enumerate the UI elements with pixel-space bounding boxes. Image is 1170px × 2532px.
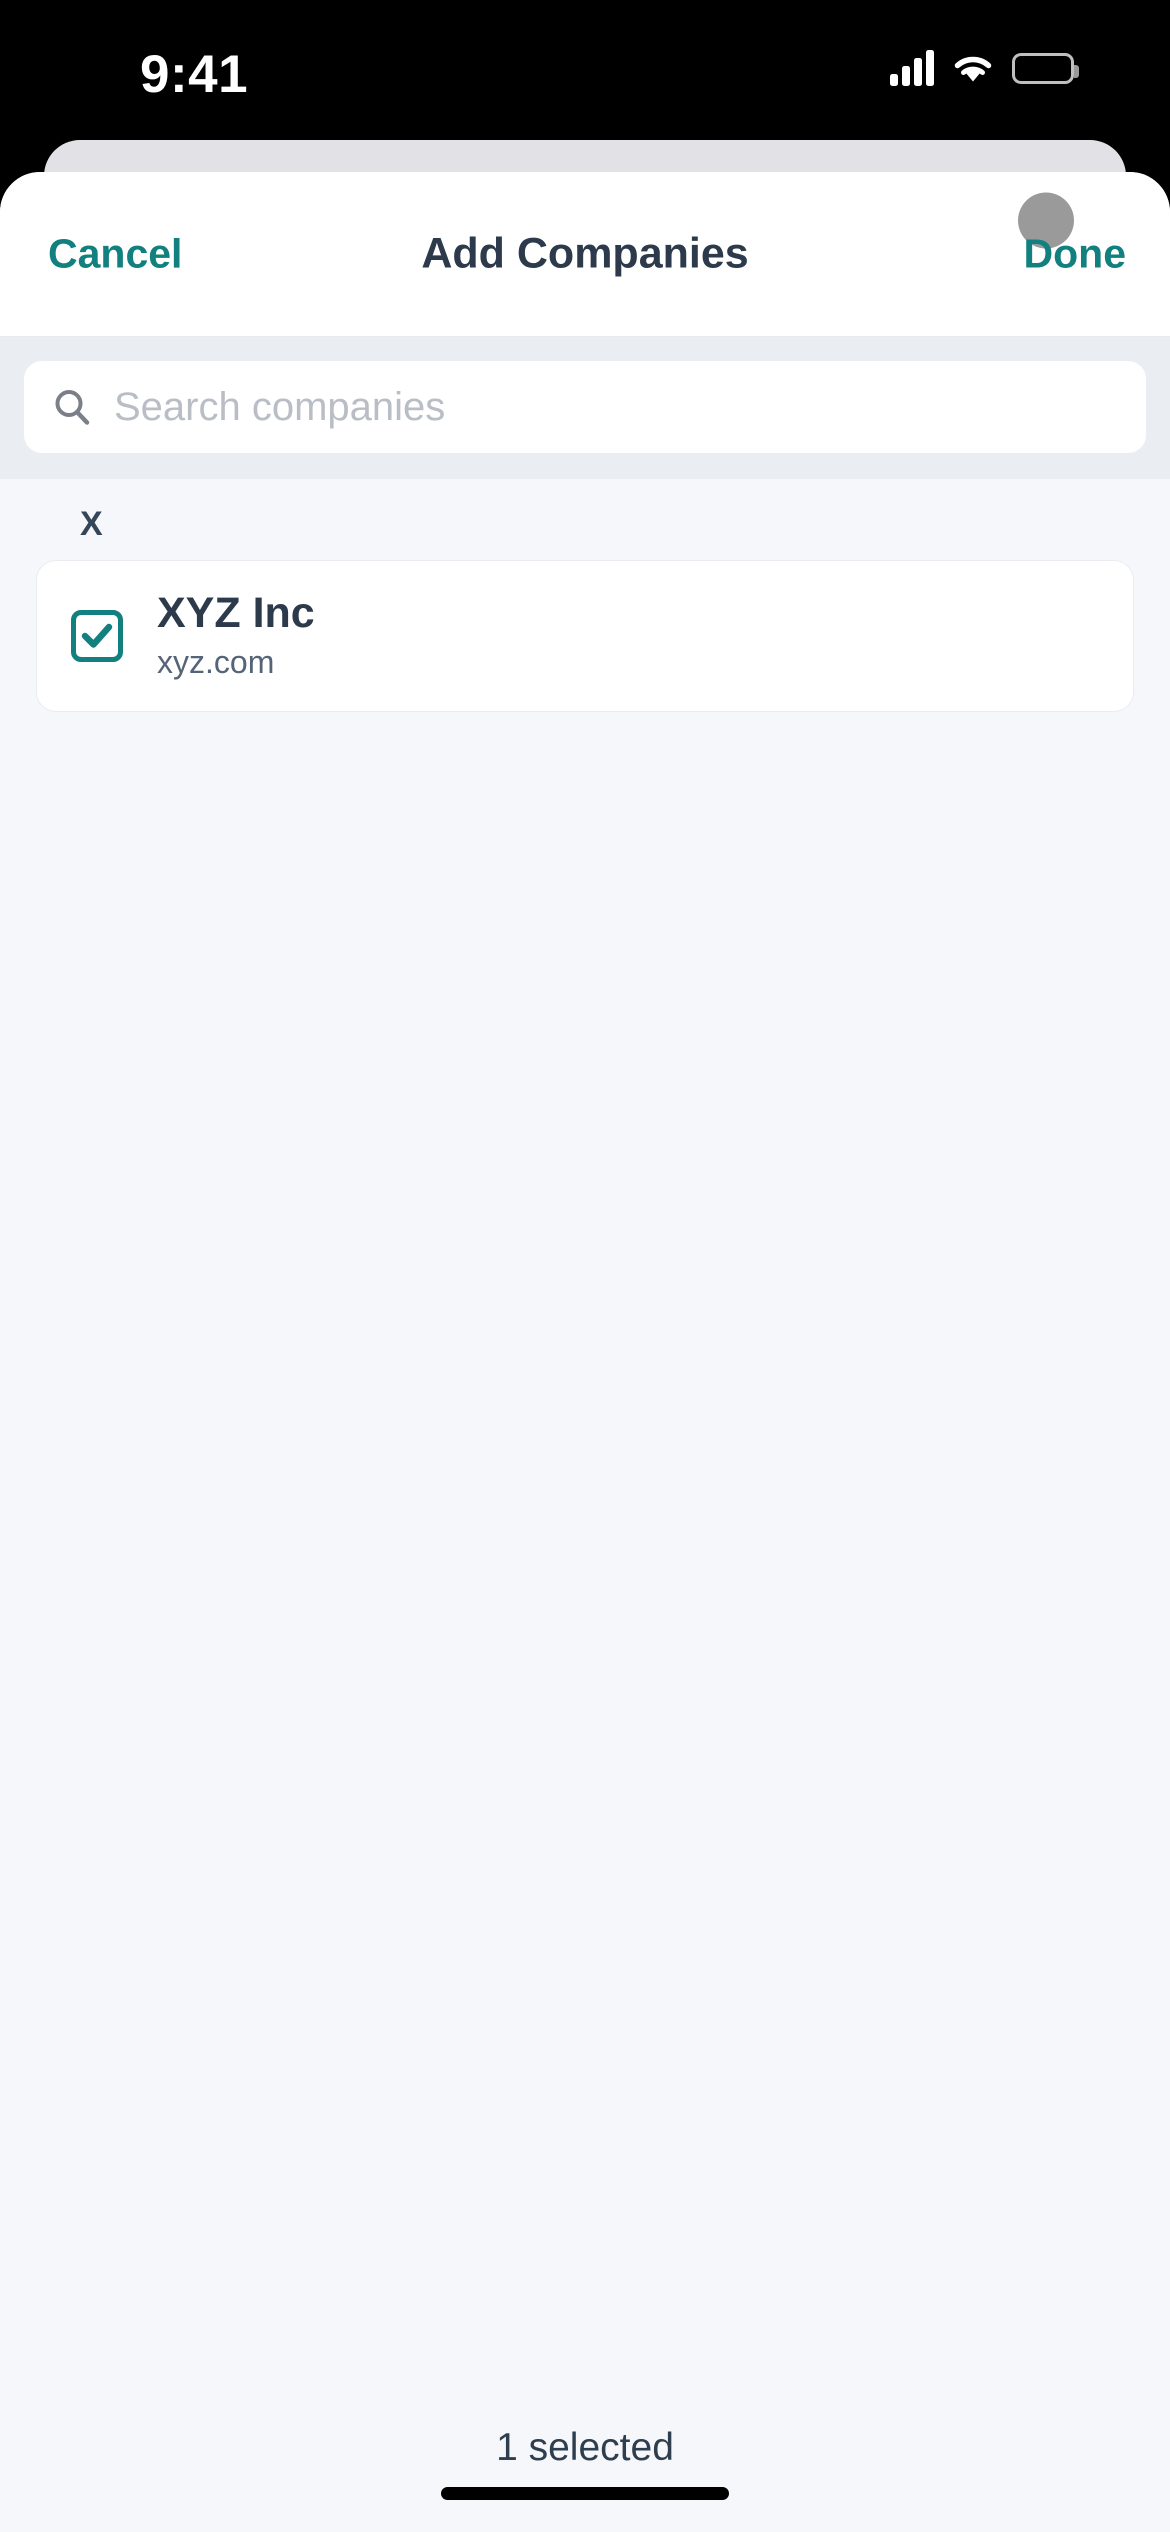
selected-count-label: 1 selected — [496, 2426, 674, 2469]
status-bar: 9:41 — [0, 0, 1170, 150]
signal-bars-icon — [890, 50, 934, 86]
search-input[interactable] — [114, 384, 1118, 430]
home-indicator[interactable] — [441, 2487, 729, 2500]
cancel-button[interactable]: Cancel — [48, 231, 182, 278]
company-name: XYZ Inc — [157, 589, 315, 637]
page-title: Add Companies — [421, 229, 749, 278]
search-icon — [55, 390, 90, 425]
add-companies-sheet: Cancel Add Companies Done X — [0, 172, 1170, 2532]
company-checkbox[interactable] — [71, 610, 123, 663]
battery-icon — [1012, 52, 1079, 84]
list-item[interactable]: XYZ Inc xyz.com — [36, 560, 1134, 713]
status-bar-time: 9:41 — [140, 45, 249, 104]
status-bar-icons — [890, 50, 1079, 86]
checkmark-icon — [81, 623, 113, 648]
company-domain: xyz.com — [157, 644, 275, 681]
done-button[interactable]: Done — [1024, 231, 1127, 278]
search-field[interactable] — [24, 361, 1146, 453]
company-list: X XYZ Inc xyz.com 1 selected — [0, 479, 1170, 2532]
sheet-header: Cancel Add Companies Done — [0, 172, 1170, 337]
wifi-icon — [954, 56, 992, 82]
phone-screen: 9:41 Cancel Add Companies Done Search co… — [0, 0, 1170, 2532]
search-strip — [0, 337, 1170, 479]
done-button-wrapper: Done — [1017, 192, 1127, 278]
section-header-letter: X — [80, 505, 103, 543]
company-text: XYZ Inc xyz.com — [157, 589, 315, 681]
